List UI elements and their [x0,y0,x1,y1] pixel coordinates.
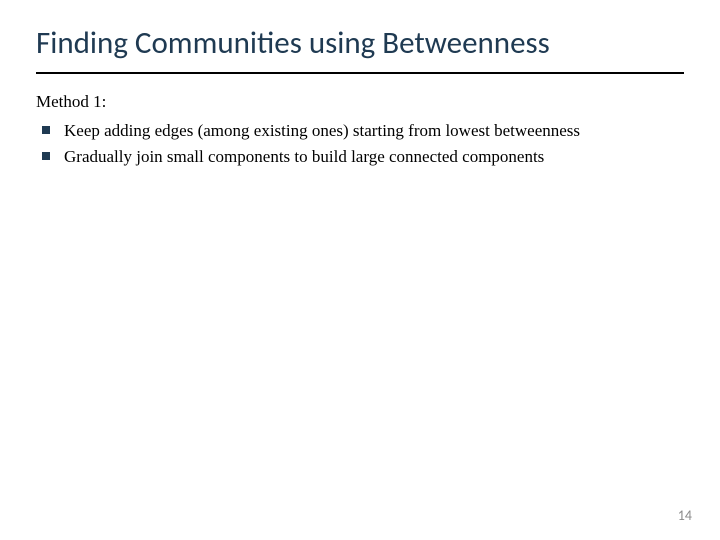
bullet-text: Gradually join small components to build… [64,144,544,170]
list-item: Keep adding edges (among existing ones) … [42,118,684,144]
list-item: Gradually join small components to build… [42,144,684,170]
bullet-text: Keep adding edges (among existing ones) … [64,118,580,144]
page-title: Finding Communities using Betweenness [36,24,684,62]
square-bullet-icon [42,126,50,134]
page-number: 14 [678,507,692,524]
title-rule [36,72,684,74]
bullet-list: Keep adding edges (among existing ones) … [36,118,684,169]
method-label: Method 1: [36,92,684,112]
slide: Finding Communities using Betweenness Me… [0,0,720,540]
square-bullet-icon [42,152,50,160]
